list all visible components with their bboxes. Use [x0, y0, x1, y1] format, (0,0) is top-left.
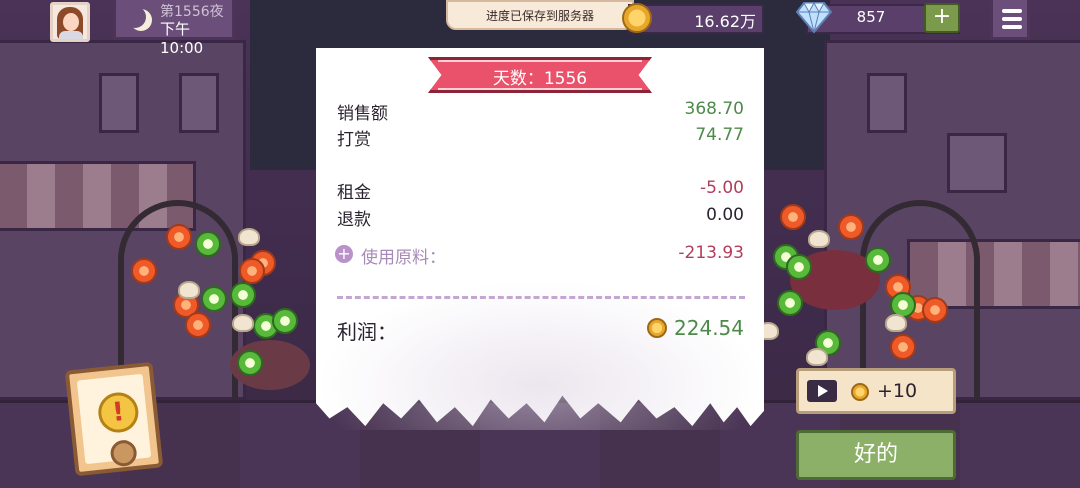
window: [179, 73, 219, 133]
day-time-panel: 第1556夜 下午10:00: [113, 0, 235, 57]
garlic-clove: [885, 314, 907, 332]
alert-card-face: !: [76, 373, 152, 468]
menu-icon: [1002, 9, 1022, 13]
window: [947, 133, 1007, 193]
ingredients-value: -213.93: [678, 243, 744, 263]
ok-button[interactable]: 好的: [796, 430, 956, 480]
pepper-slice: [865, 247, 891, 273]
coin-icon: [647, 318, 667, 338]
clock-time: 下午10:00: [160, 20, 204, 57]
window: [99, 73, 139, 133]
tomato-slice: [780, 204, 806, 230]
sales-label: 销售额: [337, 104, 388, 124]
gem-value: 857: [856, 8, 886, 26]
save-toast: 进度已保存到服务器: [446, 0, 634, 30]
ad-reward-value: +10: [877, 380, 918, 402]
menu-icon: [1002, 17, 1022, 21]
pepper-slice: [777, 290, 803, 316]
pepper-slice: [230, 282, 256, 308]
pepper-slice: [237, 350, 263, 376]
tomato-slice: [185, 312, 211, 338]
garlic-clove: [238, 228, 260, 246]
rent-value: -5.00: [700, 178, 744, 198]
watch-ad-bonus-button[interactable]: +10: [796, 368, 956, 414]
coin-icon: [622, 3, 652, 33]
profit-label: 利润：: [337, 320, 397, 344]
card-seal: [109, 438, 138, 468]
player-avatar[interactable]: [50, 2, 90, 42]
alert-card-button[interactable]: !: [64, 361, 164, 477]
moon-icon: [124, 6, 146, 28]
garlic-clove: [232, 314, 254, 332]
tomato-slice: [922, 297, 948, 323]
menu-icon: [1002, 25, 1022, 29]
tomato-slice: [166, 224, 192, 250]
refund-label: 退款: [337, 210, 371, 230]
day-banner: 天数：1556: [428, 57, 652, 95]
sales-value: 368.70: [684, 99, 744, 119]
avatar-face: [63, 13, 79, 31]
receipt-divider: [337, 296, 745, 299]
window: [867, 73, 907, 133]
profit-value: 224.54: [674, 316, 744, 340]
banner-title: 天数：1556: [492, 69, 588, 89]
rent-label: 租金: [337, 183, 371, 203]
tips-label: 打赏: [337, 130, 371, 150]
plus-icon: +: [932, 4, 952, 29]
add-gems-button[interactable]: +: [924, 3, 960, 33]
refund-value: 0.00: [706, 205, 744, 225]
alert-icon: !: [96, 390, 141, 435]
coin-value: 16.62万: [694, 12, 756, 31]
menu-button[interactable]: [990, 0, 1030, 40]
play-icon: [807, 380, 837, 402]
avatar-body: [59, 31, 83, 39]
garlic-clove: [178, 281, 200, 299]
expand-ingredients-button[interactable]: +: [335, 245, 353, 263]
diamond-icon: [796, 1, 832, 33]
tomato-slice: [838, 214, 864, 240]
tomato-slice: [890, 334, 916, 360]
tomato-slice: [239, 258, 265, 284]
pepper-slice: [201, 286, 227, 312]
coin-icon: [851, 383, 869, 401]
tips-value: 74.77: [695, 125, 744, 145]
ingredients-label[interactable]: 使用原料：: [361, 243, 446, 268]
tomato-slice: [131, 258, 157, 284]
pepper-slice: [786, 254, 812, 280]
pepper-slice: [272, 308, 298, 334]
garlic-clove: [808, 230, 830, 248]
pepper-slice: [195, 231, 221, 257]
garlic-clove: [806, 348, 828, 366]
